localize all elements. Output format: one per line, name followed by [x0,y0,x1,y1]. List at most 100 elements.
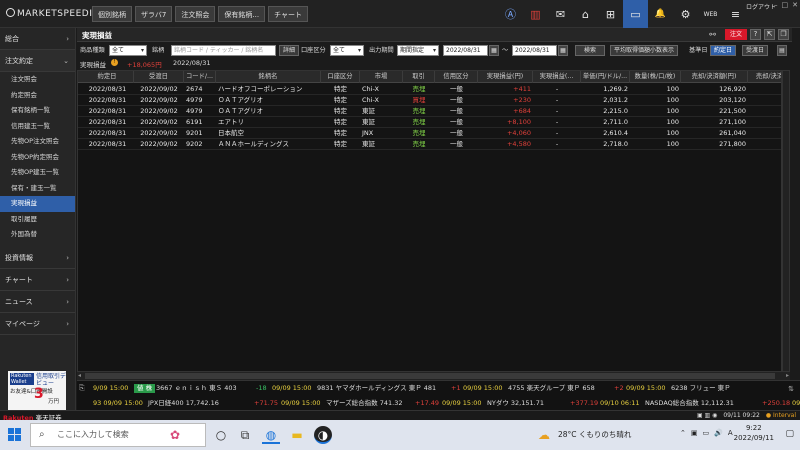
period-select[interactable]: 期間指定 ▾ [397,45,439,56]
column-header[interactable]: 数量(株/口/枚) [630,71,681,83]
web-icon[interactable]: WEB [698,0,723,28]
search-button[interactable]: 検索 [575,45,605,56]
scroll-thumb[interactable] [85,373,775,379]
sidebar-item-order-inquiry[interactable]: 注文照会 [0,72,75,88]
edge-browser-icon[interactable]: ◍ [262,426,280,444]
minimize-icon[interactable]: – [774,1,778,9]
link-icon[interactable]: ⚯ [709,30,716,39]
interval-indicator[interactable]: ● Interval [766,412,796,419]
menu-icon[interactable]: ≡ [723,0,748,28]
contract-date-button[interactable]: 約定日 [710,45,737,56]
close-icon[interactable]: ✕ [792,1,798,9]
column-header[interactable]: 売却/決済額(円) [681,71,748,83]
tab-holdings[interactable]: 保有銘柄... [218,6,266,22]
tray-app-icon[interactable]: ▣ [691,429,698,437]
network-icon[interactable]: ▭ [703,429,710,437]
scroll-right-icon[interactable]: ▸ [786,372,789,379]
table-row[interactable]: 2022/08/31 2022/09/02 4979 ＯＡＴアグリオ 特定 東証 売埋 一般 +… [78,106,781,117]
sidebar-item-futures-execution[interactable]: 先物OP約定照会 [0,150,75,166]
column-header[interactable]: 実現損益(円) [478,71,533,83]
column-header[interactable]: 信用区分 [435,71,478,83]
tab-order-inquiry[interactable]: 注文照会 [175,6,216,22]
table-row[interactable]: 2022/08/31 2022/09/02 9202 ＡＮＡホールディングス 特定 東証 売… [78,139,781,150]
avg-price-decimal-button[interactable]: 平均取得価額小数表示 [610,45,679,56]
detail-button[interactable]: 詳細 [279,45,300,56]
horizontal-scrollbar[interactable]: ◂ ▸ [77,372,790,380]
column-header[interactable]: 実現損益(... [533,71,581,83]
sidebar-item-realized-pl[interactable]: 実現損益 [0,196,75,212]
column-header[interactable]: 口座区分 [321,71,360,83]
ime-icon[interactable]: A [728,429,733,437]
sidebar-section-investment-info[interactable]: 投資情報 › [0,247,75,269]
os-clock[interactable]: 9:22 2022/09/11 [734,423,774,443]
popout-icon[interactable]: ⇱ [764,29,775,40]
sidebar-section-general[interactable]: 総合 › [0,28,75,50]
sidebar-item-execution-inquiry[interactable]: 約定照会 [0,88,75,104]
column-header[interactable]: 単価(円/ドル/... [581,71,630,83]
layout-icon[interactable]: ▭ [623,0,648,28]
cortana-doodle-icon[interactable]: ✿ [166,426,184,444]
add-window-icon[interactable]: ⊞ [598,0,623,28]
table-row[interactable]: 2022/08/31 2022/09/02 9201 日本航空 特定 JNX 売埋 一般 +4,… [78,128,781,139]
help-icon[interactable]: ? [750,29,761,40]
chart-icon[interactable]: Ⓐ [498,0,523,28]
table-row[interactable]: 2022/08/31 2022/09/02 2674 ハードオフコーポレーション 特定 C… [78,84,781,95]
column-header[interactable]: 約定日 [81,71,134,83]
sidebar-section-orders[interactable]: 注文約定 ⌄ [0,50,75,72]
calendar-icon[interactable]: ▦ [489,45,499,56]
home-icon[interactable]: ⌂ [573,0,598,28]
volume-icon[interactable]: 🔊 [714,429,723,437]
task-view-icon[interactable]: ⧉ [236,426,254,444]
sidebar-item-holdings-positions[interactable]: 保有・建玉一覧 [0,181,75,197]
market-icon[interactable]: ▥ [523,0,548,28]
account-type-select[interactable]: 全て ▾ [330,45,364,56]
column-header[interactable]: 受渡日 [134,71,184,83]
table-cell: 2022/09/02 [140,107,178,115]
sidebar-item-futures-order[interactable]: 先物OP注文照会 [0,134,75,150]
sidebar-section-mypage[interactable]: マイページ › [0,313,75,335]
date-to-input[interactable]: 2022/08/31 [512,45,557,56]
bell-icon[interactable]: 🔔 [648,0,673,28]
column-header[interactable]: 銘柄名 [216,71,321,83]
sidebar-item-holdings-list[interactable]: 保有銘柄一覧 [0,103,75,119]
gear-icon[interactable]: ⚙ [673,0,698,28]
sidebar-section-chart[interactable]: チャート › [0,269,75,291]
cortana-icon[interactable]: ○ [212,426,230,444]
restore-icon[interactable]: ❐ [778,29,789,40]
news-icon[interactable]: ✉ [548,0,573,28]
notification-icon[interactable]: ▢ [785,429,794,439]
sidebar-item-forex[interactable]: 外国為替 [0,227,75,243]
marketspeed-taskbar-icon[interactable]: ◑ [314,426,332,444]
ticker-toggle-icon[interactable]: ⇅ [788,385,794,393]
sidebar-section-news[interactable]: ニュース › [0,291,75,313]
ticker-settings-icon[interactable]: ⎘ [79,384,85,393]
calendar-icon[interactable]: ▦ [558,45,568,56]
delivery-date-button[interactable]: 受渡日 [742,45,769,56]
vertical-scrollbar[interactable] [782,70,790,372]
column-header[interactable]: 取引 [403,71,435,83]
windows-start-icon[interactable] [8,428,21,441]
tray-up-icon[interactable]: ⌃ [680,429,686,437]
promo-banner[interactable]: Rakuten Wallet 信用取引デビュー お友達&口座開設 3 万円 [8,371,66,411]
column-header[interactable]: 市場 [360,71,403,83]
date-from-input[interactable]: 2022/08/31 [443,45,488,56]
scroll-left-icon[interactable]: ◂ [78,372,81,379]
promo-line: お友達&口座開設 [10,389,53,395]
export-icon[interactable]: ▤ [777,45,787,56]
file-explorer-icon[interactable]: ▬ [288,426,306,444]
maximize-icon[interactable]: □ [782,1,789,9]
logout-button[interactable]: ログアウト [746,2,776,11]
tab-individual-stock[interactable]: 個別銘柄 [92,6,132,22]
sidebar-item-margin-positions[interactable]: 信用建玉一覧 [0,119,75,135]
sidebar-item-futures-positions[interactable]: 先物OP建玉一覧 [0,165,75,181]
column-header[interactable]: コード/... [184,71,216,83]
product-type-select[interactable]: 全て ▾ [109,45,147,56]
stock-search-input[interactable]: 銘柄コード / ティッカー / 銘柄名 [171,45,276,56]
sidebar-item-trade-history[interactable]: 取引履歴 [0,212,75,228]
tab-zaraba[interactable]: ザラバ7 [135,6,173,22]
column-header[interactable]: 売却/決済... [748,71,781,83]
table-row[interactable]: 2022/08/31 2022/09/02 4979 ＯＡＴアグリオ 特定 Chi-X 買埋… [78,95,781,106]
order-button[interactable]: 注文 [724,29,747,40]
table-row[interactable]: 2022/08/31 2022/09/02 6191 エアトリ 特定 東証 売埋 一般 +8,1… [78,117,781,128]
tab-chart[interactable]: チャート [268,6,309,22]
